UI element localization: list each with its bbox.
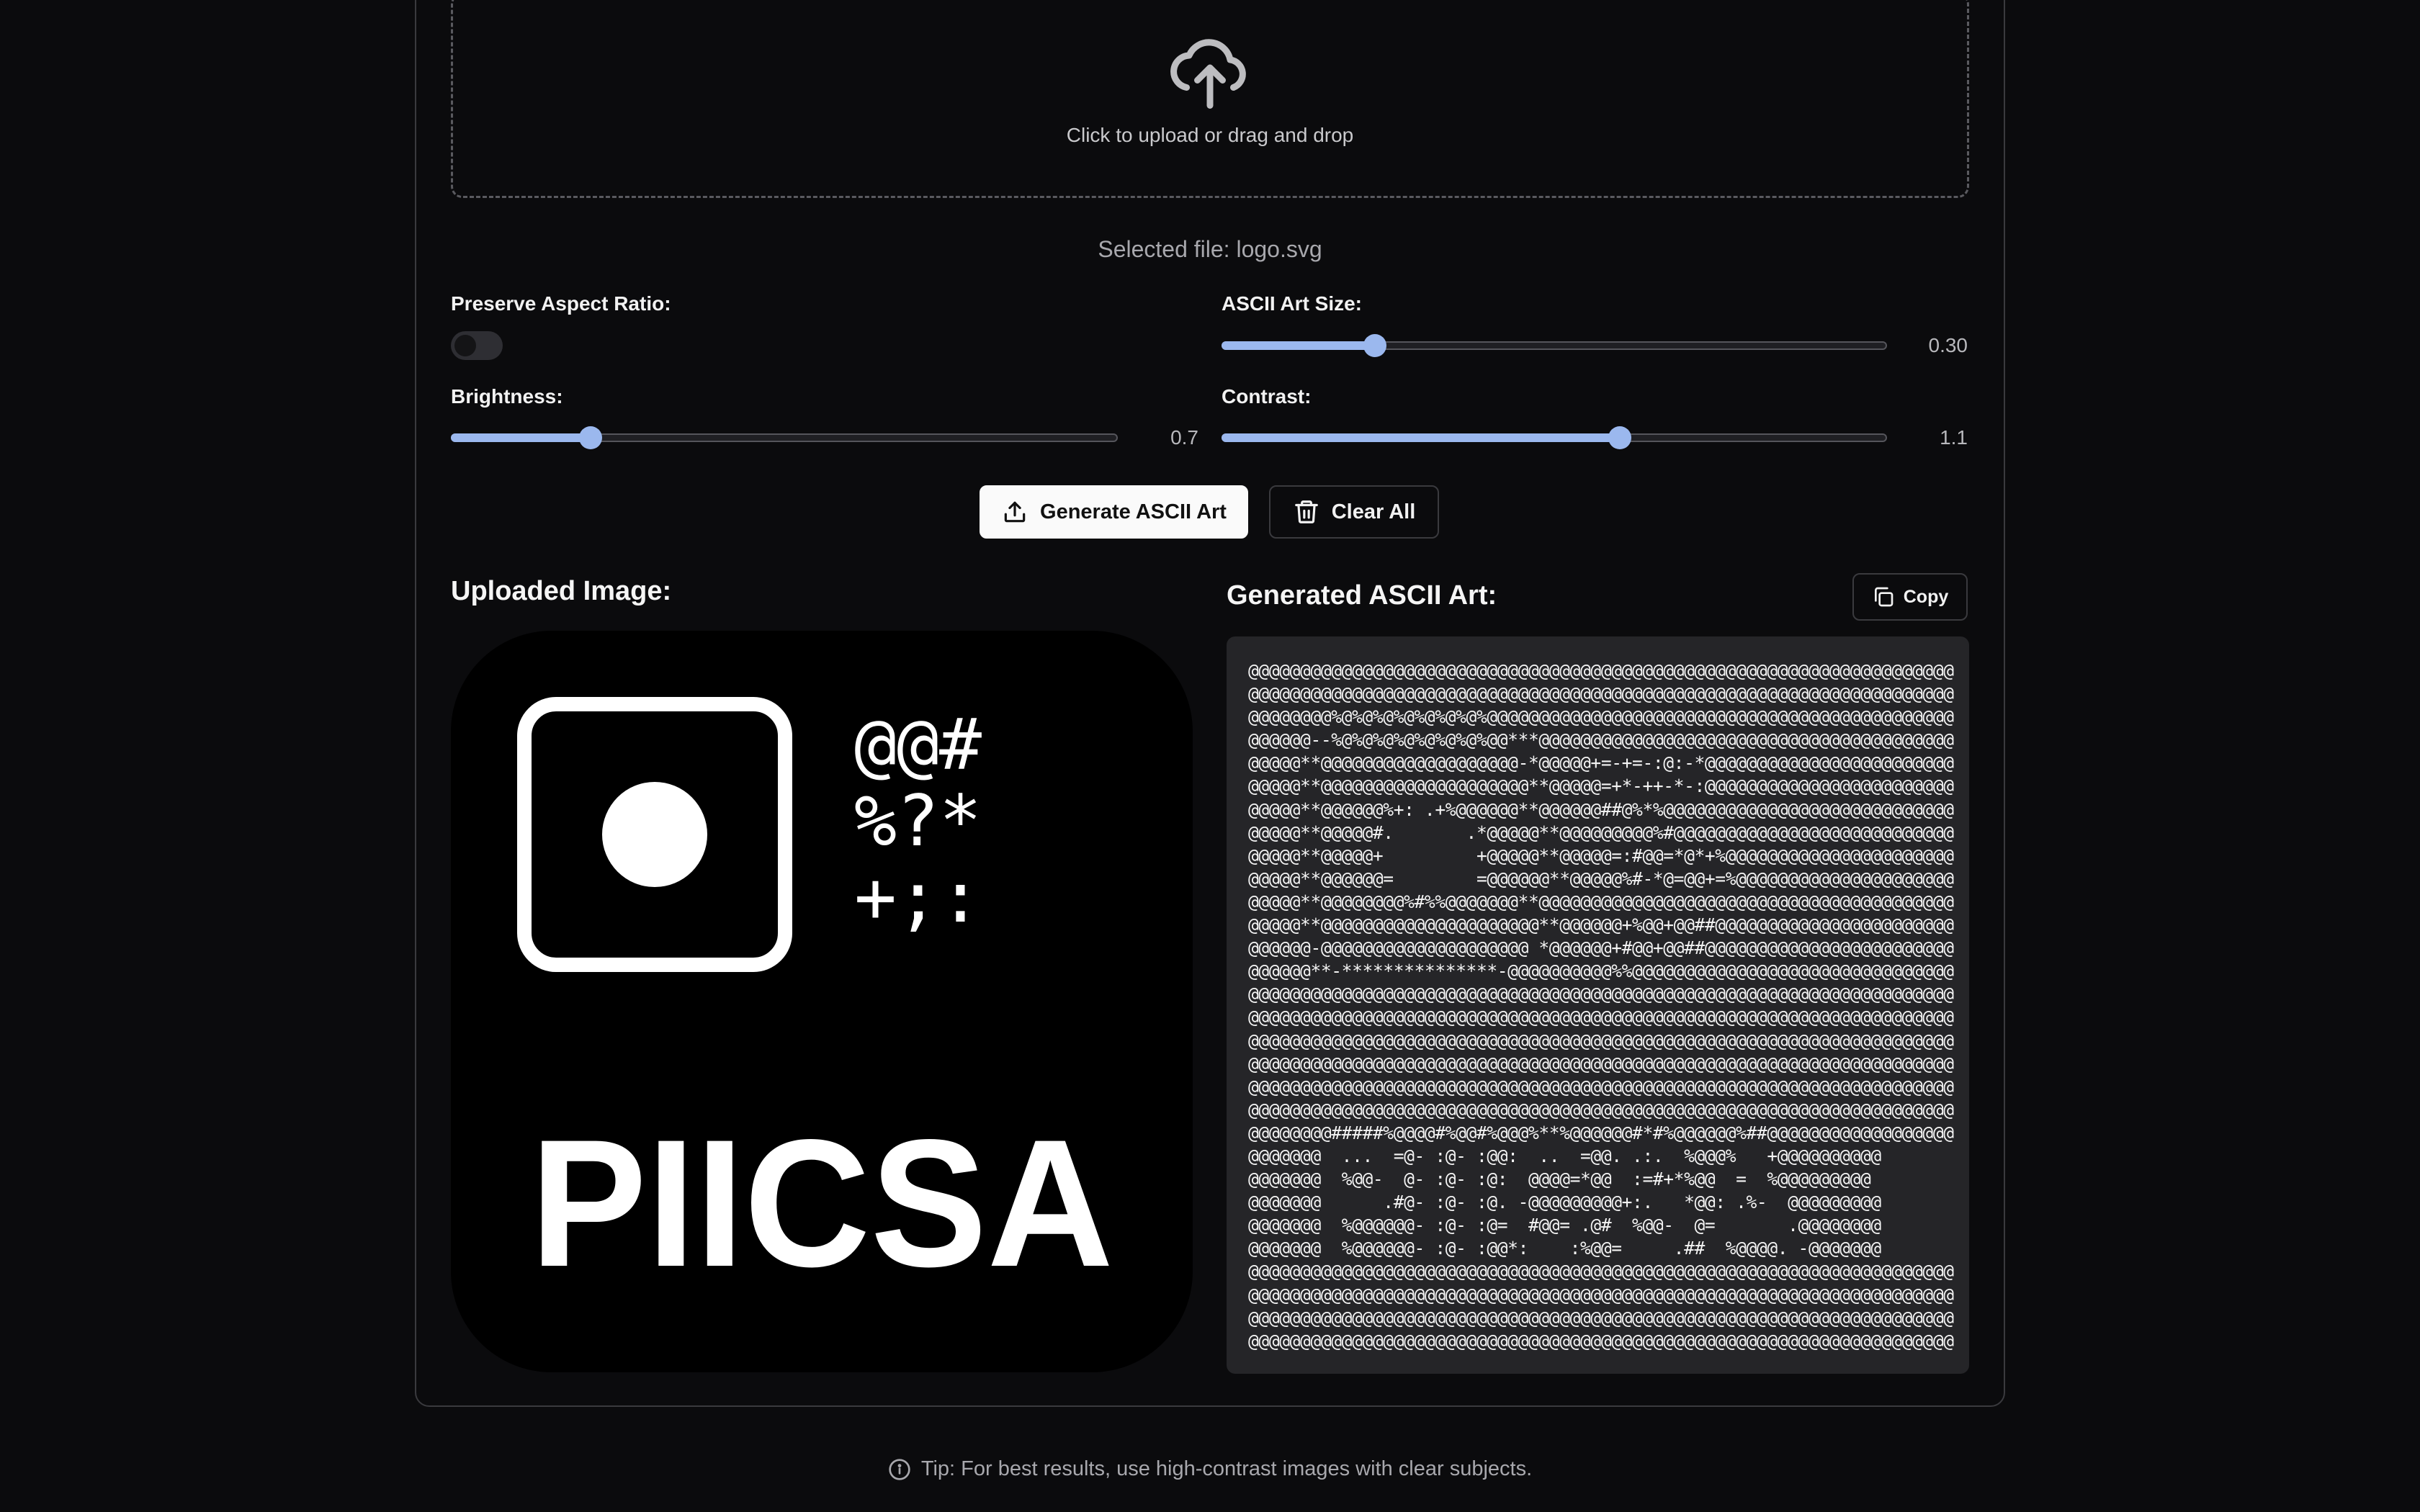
ascii-output: @@@@@@@@@@@@@@@@@@@@@@@@@@@@@@@@@@@@@@@@…: [1248, 660, 1954, 1351]
ascii-size-label: ASCII Art Size:: [1222, 292, 1362, 315]
ascii-size-value: 0.30: [1928, 334, 1968, 356]
upload-arrow-icon: [1004, 501, 1026, 523]
info-icon: [889, 1458, 910, 1480]
ascii-output-panel[interactable]: @@@@@@@@@@@@@@@@@@@@@@@@@@@@@@@@@@@@@@@@…: [1227, 636, 1969, 1374]
trash-icon: [1294, 500, 1318, 523]
slider-fill: [1222, 341, 1375, 350]
tip-text: Tip: For best results, use high-contrast…: [920, 1457, 1533, 1480]
clear-all-button[interactable]: Clear All: [1269, 485, 1439, 539]
upload-dropzone[interactable]: Click to upload or drag and drop: [451, 0, 1969, 198]
logo-glyph-row-2: %?*: [854, 780, 982, 863]
slider-fill: [1222, 433, 1620, 442]
uploaded-image-title: Uploaded Image:: [451, 576, 672, 606]
copy-button[interactable]: Copy: [1852, 573, 1968, 621]
selected-file-text: Selected file: logo.svg: [1098, 236, 1322, 262]
contrast-value: 1.1: [1940, 426, 1968, 449]
aspect-ratio-label: Preserve Aspect Ratio:: [451, 292, 671, 315]
logo-wordmark: PIICSA: [530, 1102, 1113, 1305]
copy-icon: [1874, 587, 1894, 607]
brightness-label: Brightness:: [451, 385, 563, 408]
piicsa-logo-image: @@# %?* +;: PIICSA: [517, 697, 1113, 1305]
uploaded-image-preview: @@# %?* +;: PIICSA: [451, 631, 1193, 1372]
upload-prompt: Click to upload or drag and drop: [1066, 124, 1354, 146]
tip-line: Tip: For best results, use high-contrast…: [0, 1457, 2420, 1481]
slider-thumb[interactable]: [1608, 426, 1631, 449]
logo-glyph-row-3: +;:: [854, 857, 982, 939]
generate-button[interactable]: Generate ASCII Art: [980, 485, 1248, 539]
copy-button-label: Copy: [1903, 586, 1949, 607]
aspect-ratio-toggle[interactable]: [451, 331, 503, 360]
contrast-slider[interactable]: [1222, 423, 1887, 452]
generate-button-label: Generate ASCII Art: [1040, 500, 1227, 523]
brightness-value: 0.7: [1170, 426, 1198, 449]
slider-thumb[interactable]: [579, 426, 603, 449]
slider-fill: [451, 433, 591, 442]
toggle-knob: [454, 335, 476, 356]
clear-all-label: Clear All: [1331, 500, 1416, 523]
cloud-upload-icon: [1170, 39, 1246, 109]
slider-thumb[interactable]: [1363, 334, 1386, 357]
brightness-slider[interactable]: [451, 423, 1118, 452]
contrast-label: Contrast:: [1222, 385, 1312, 408]
generated-ascii-title: Generated ASCII Art:: [1227, 580, 1497, 611]
ascii-size-slider[interactable]: [1222, 331, 1887, 360]
logo-glyph-row-1: @@#: [854, 704, 982, 786]
